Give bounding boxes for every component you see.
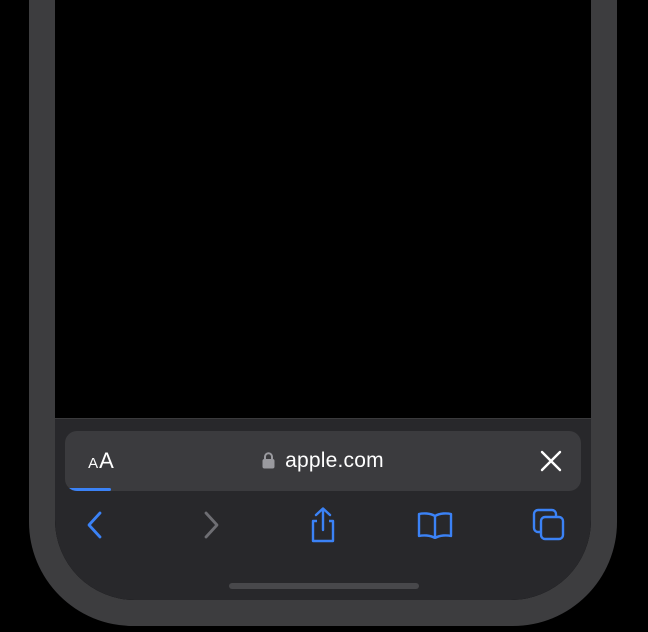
url-field[interactable]: apple.com [262, 449, 384, 473]
text-size-button[interactable]: AA [75, 431, 127, 491]
url-text: apple.com [285, 449, 384, 472]
navigation-row [55, 503, 591, 547]
tabs-button[interactable] [527, 503, 571, 547]
text-size-large-glyph: A [99, 448, 114, 473]
share-button[interactable] [301, 503, 345, 547]
share-icon [311, 507, 335, 543]
browser-toolbar: AA apple.com [55, 418, 591, 600]
text-size-small-glyph: A [88, 454, 99, 472]
stage: AA apple.com [0, 0, 648, 632]
book-icon [417, 512, 453, 539]
phone-screen: AA apple.com [55, 0, 591, 600]
load-progress-bar [65, 488, 581, 491]
back-button[interactable] [73, 503, 117, 547]
forward-button[interactable] [189, 503, 233, 547]
stop-loading-button[interactable] [537, 447, 565, 475]
home-indicator[interactable] [229, 583, 419, 589]
bookmarks-button[interactable] [413, 503, 457, 547]
chevron-left-icon [87, 511, 102, 539]
lock-icon [262, 451, 275, 468]
tabs-icon [532, 508, 565, 541]
close-icon [540, 450, 562, 472]
chevron-right-icon [204, 511, 219, 539]
load-progress-fill [65, 488, 112, 491]
address-bar[interactable]: AA apple.com [65, 431, 581, 491]
url-area: apple.com [65, 431, 581, 491]
